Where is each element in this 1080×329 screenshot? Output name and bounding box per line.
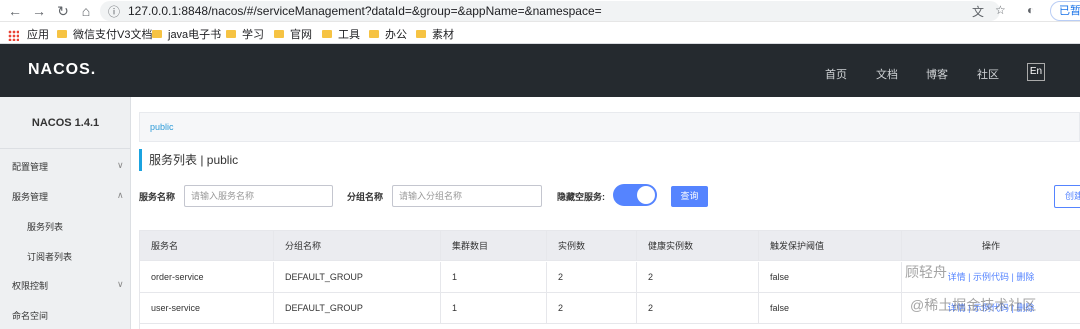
col-instance-count: 实例数 (547, 231, 637, 260)
cell-cluster-count: 1 (441, 262, 547, 292)
back-icon[interactable]: ← (6, 2, 24, 20)
bookmark-label: 办公 (385, 29, 407, 41)
info-icon[interactable]: ⓘ (108, 3, 120, 20)
toggle-knob (637, 186, 655, 204)
sidebar-item-service-list[interactable]: 服务列表 (27, 220, 63, 233)
bookmark-label: 工具 (338, 29, 360, 41)
nav-docs[interactable]: 文档 (876, 66, 898, 82)
bookmark-label: java电子书 (168, 29, 222, 41)
bookmark-item[interactable]: 微信支付V3文档 (57, 26, 152, 42)
breadcrumb: public (139, 112, 1080, 142)
folder-icon (369, 30, 379, 39)
table-header: 服务名 分组名称 集群数目 实例数 健康实例数 触发保护阈值 操作 (140, 231, 1080, 261)
cell-group-name: DEFAULT_GROUP (274, 293, 441, 323)
extension-icon[interactable]: ◐ (1027, 3, 1034, 17)
hide-empty-label: 隐藏空服务: (557, 192, 605, 202)
bookmark-label: 学习 (242, 29, 264, 41)
folder-icon (322, 30, 332, 39)
bookmark-item[interactable]: java电子书 (152, 26, 221, 42)
cell-instance-count: 2 (547, 262, 637, 292)
profile-button[interactable]: 已暂 (1050, 1, 1080, 21)
col-protect-threshold: 触发保护阈值 (759, 231, 902, 260)
group-name-label: 分组名称 (347, 192, 384, 202)
service-name-input[interactable]: 请输入服务名称 (184, 185, 333, 207)
folder-icon (57, 30, 67, 39)
bookmark-label: 官网 (290, 29, 312, 41)
sidebar: NACOS 1.4.1 配置管理 ∨ 服务管理 ∧ 服务列表 订阅者列表 权限控… (0, 97, 131, 329)
top-navbar: NACOS. 首页 文档 博客 社区 En (0, 44, 1080, 97)
translate-icon[interactable]: 文 (972, 3, 984, 20)
sidebar-item-permissions[interactable]: 权限控制 (12, 279, 48, 292)
chevron-up-icon: ∧ (117, 190, 124, 200)
breadcrumb-namespace[interactable]: public (150, 122, 174, 132)
col-service-name: 服务名 (140, 231, 274, 260)
cell-service-name: order-service (140, 262, 274, 292)
col-healthy-count: 健康实例数 (637, 231, 759, 260)
apps-grid-icon (8, 29, 19, 41)
col-operations: 操作 (902, 231, 1080, 260)
chevron-down-icon: ∨ (117, 279, 124, 289)
watermark-site: @稀土掘金技术社区 (910, 297, 1037, 313)
cell-protect-threshold: false (759, 262, 902, 292)
folder-icon (226, 30, 236, 39)
sidebar-item-subscribers[interactable]: 订阅者列表 (27, 250, 72, 263)
nacos-logo[interactable]: NACOS. (28, 61, 96, 79)
col-group-name: 分组名称 (274, 231, 441, 260)
watermark-author: 顾轻舟 (905, 264, 947, 280)
home-icon[interactable]: ⌂ (77, 2, 95, 20)
cell-healthy-count: 2 (637, 293, 759, 323)
bookmark-star-icon[interactable]: ☆ (995, 3, 1006, 17)
bookmark-label: 素材 (432, 29, 454, 41)
page-title: 服务列表 | public (139, 149, 238, 171)
hide-empty-toggle[interactable] (613, 184, 657, 206)
folder-icon (152, 30, 162, 39)
bookmark-item[interactable]: 学习 (226, 26, 264, 42)
group-name-input[interactable]: 请输入分组名称 (392, 185, 542, 207)
cell-protect-threshold: false (759, 293, 902, 323)
create-service-button[interactable]: 创建 (1054, 185, 1080, 208)
folder-icon (416, 30, 426, 39)
cell-cluster-count: 1 (441, 293, 547, 323)
address-bar[interactable]: ⓘ 127.0.0.1:8848/nacos/#/serviceManageme… (100, 1, 1000, 21)
col-cluster-count: 集群数目 (441, 231, 547, 260)
nav-community[interactable]: 社区 (977, 66, 999, 82)
bookmark-label: 应用 (27, 29, 49, 41)
bookmark-item[interactable]: 办公 (369, 26, 407, 42)
cell-service-name: user-service (140, 293, 274, 323)
bookmark-item[interactable]: 工具 (322, 26, 360, 42)
forward-icon[interactable]: → (30, 2, 48, 20)
cell-healthy-count: 2 (637, 262, 759, 292)
sidebar-item-namespace[interactable]: 命名空间 (12, 309, 48, 322)
nav-home[interactable]: 首页 (825, 66, 847, 82)
bookmark-item[interactable]: 官网 (274, 26, 312, 42)
bookmark-label: 微信支付V3文档 (73, 29, 153, 41)
language-switch[interactable]: En (1027, 63, 1045, 81)
nav-blog[interactable]: 博客 (926, 66, 948, 82)
chevron-down-icon: ∨ (117, 160, 124, 170)
cell-instance-count: 2 (547, 293, 637, 323)
url-text: 127.0.0.1:8848/nacos/#/serviceManagement… (128, 4, 602, 18)
browser-toolbar: ← → ↻ ⌂ ⓘ 127.0.0.1:8848/nacos/#/service… (0, 0, 1080, 22)
sidebar-item-config[interactable]: 配置管理 (12, 160, 48, 173)
query-button[interactable]: 查询 (671, 186, 708, 207)
bookmark-item[interactable]: 素材 (416, 26, 454, 42)
sidebar-title: NACOS 1.4.1 (0, 97, 131, 149)
bookmark-apps[interactable]: 应用 (8, 26, 49, 42)
cell-group-name: DEFAULT_GROUP (274, 262, 441, 292)
folder-icon (274, 30, 284, 39)
service-name-label: 服务名称 (139, 192, 176, 202)
reload-icon[interactable]: ↻ (54, 2, 72, 20)
sidebar-item-service[interactable]: 服务管理 (12, 190, 48, 203)
bookmarks-bar: 应用 微信支付V3文档 java电子书 学习 官网 工具 办公 素材 (0, 22, 1080, 44)
